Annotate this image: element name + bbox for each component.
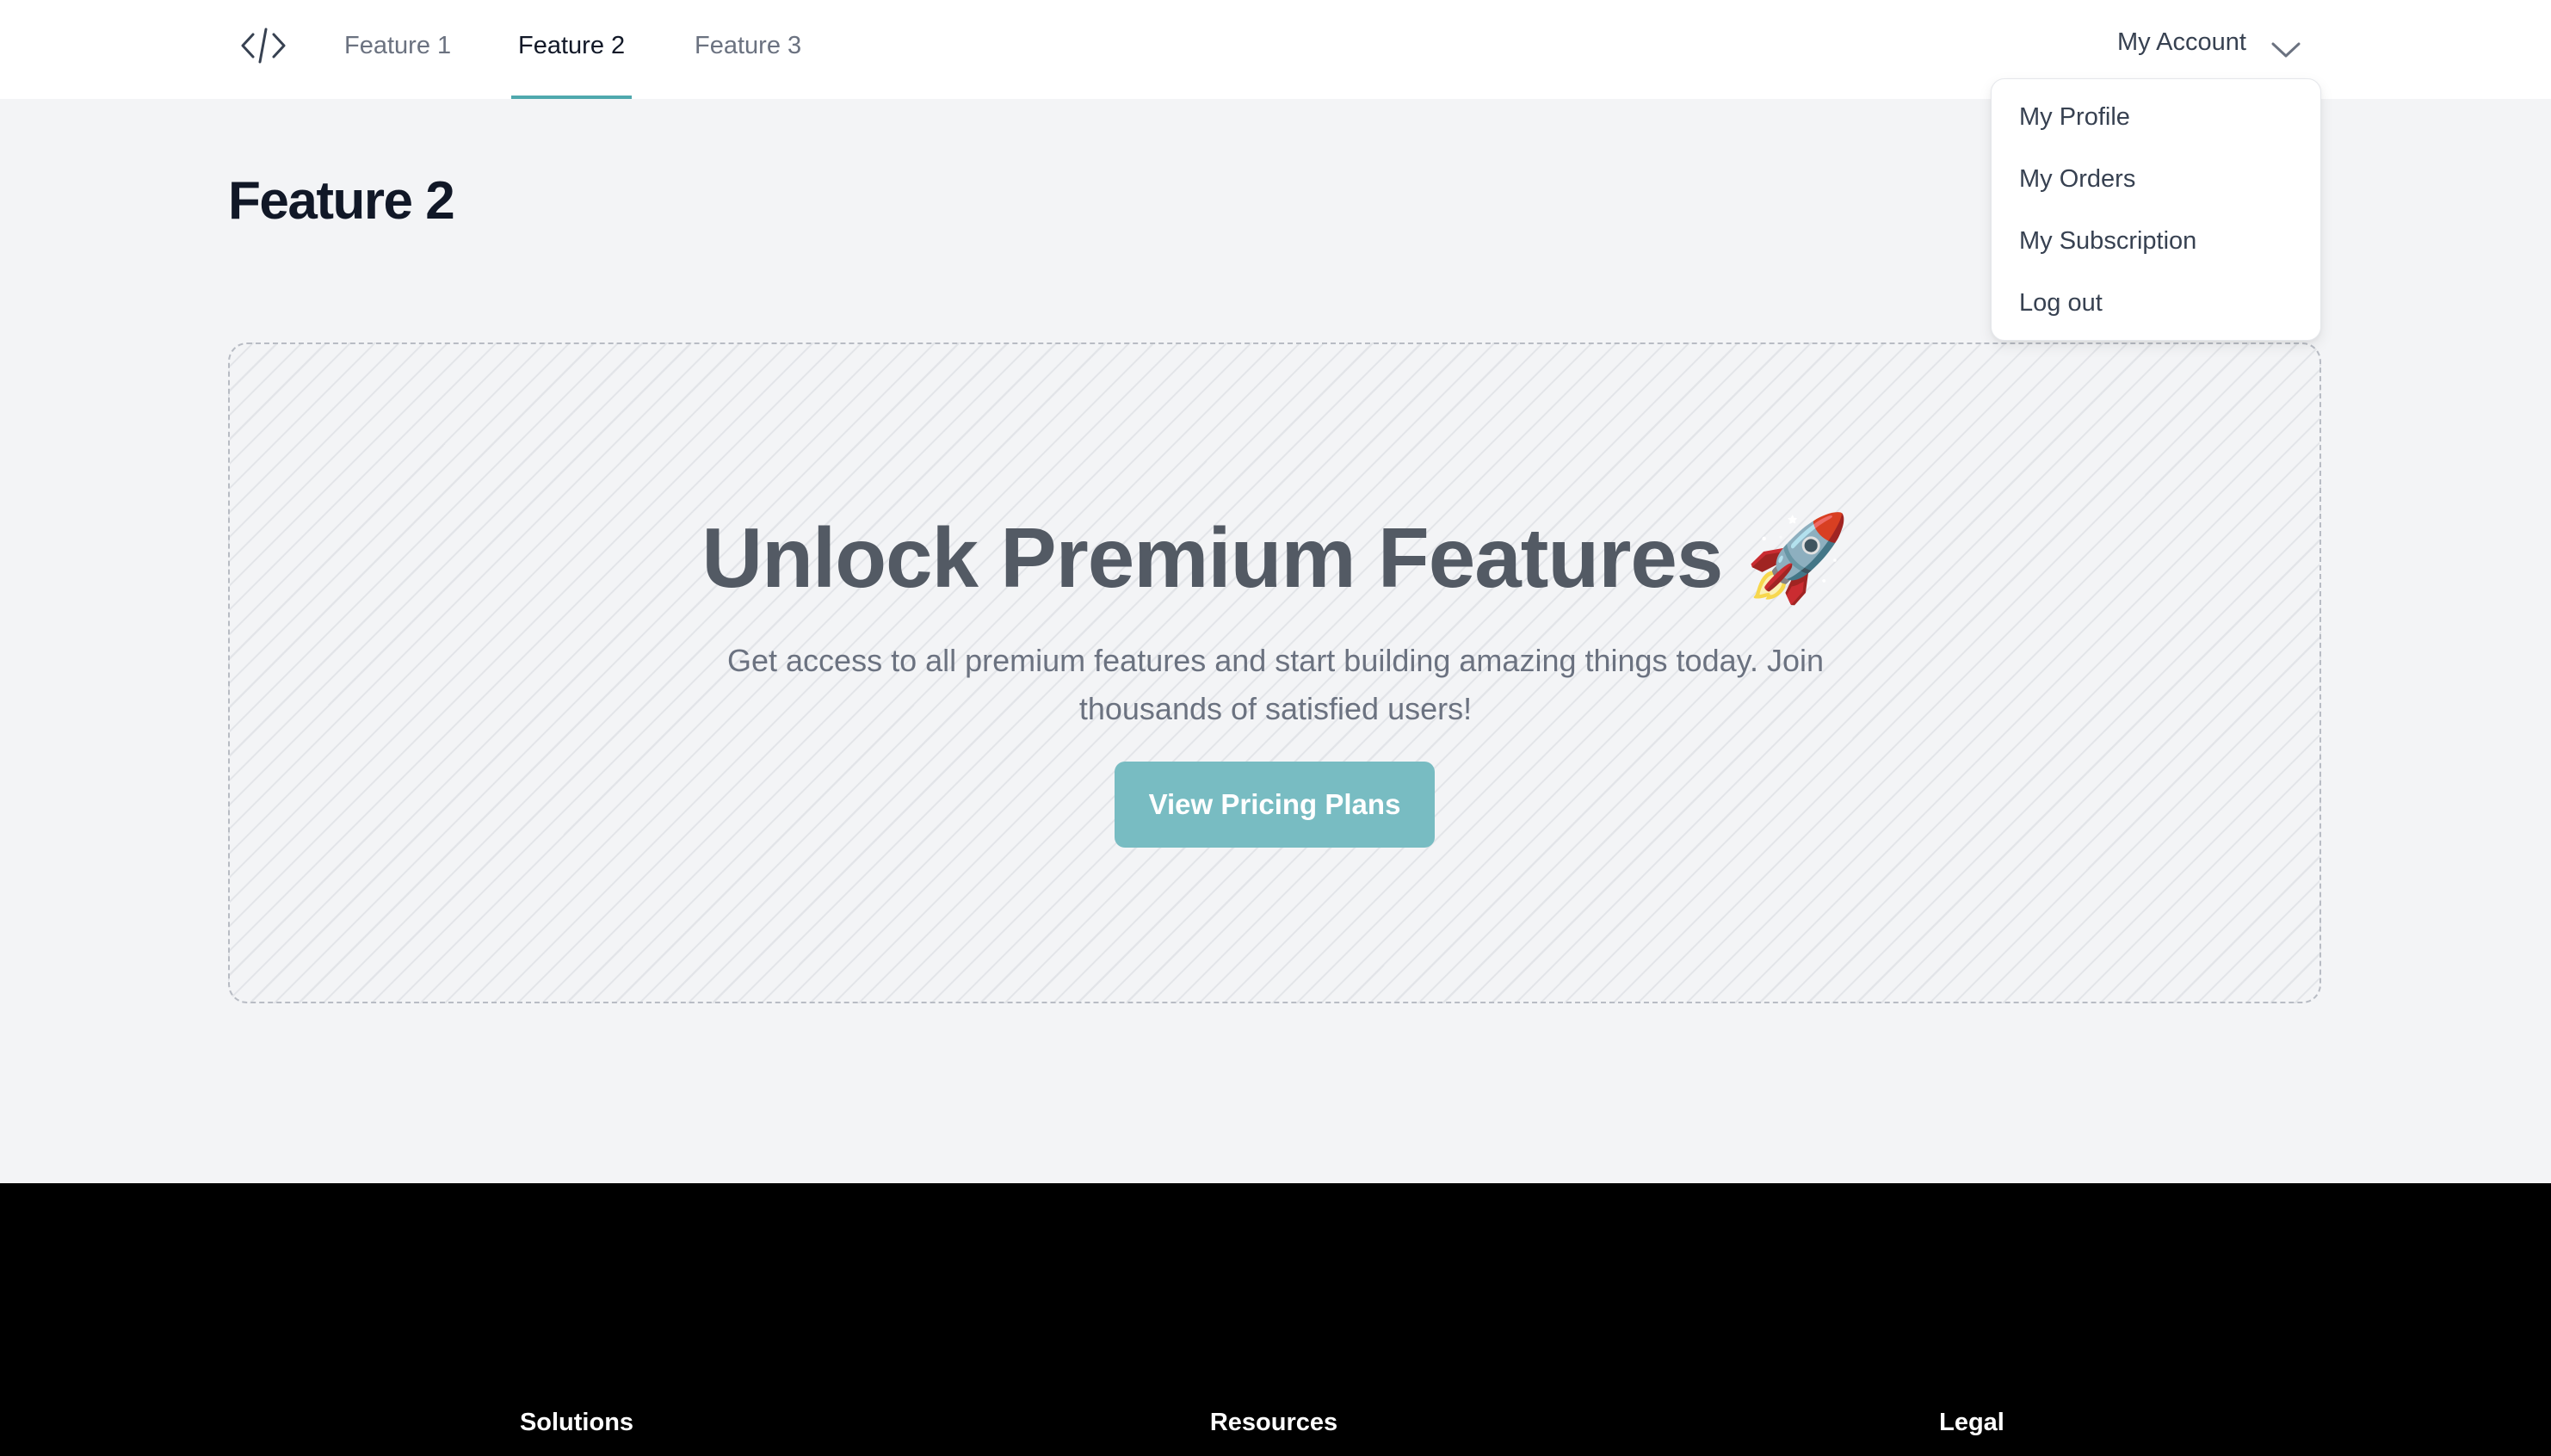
menu-item-log-out[interactable]: Log out: [2019, 286, 2103, 320]
promo-subtitle: Get access to all premium features and s…: [727, 643, 1824, 726]
tab-label: Feature 3: [695, 32, 802, 59]
active-tab-indicator: [511, 96, 633, 99]
tab-label: Feature 2: [518, 32, 626, 59]
menu-item-my-orders[interactable]: My Orders: [2019, 162, 2135, 196]
promo-title: Unlock Premium Features 🚀: [701, 510, 1850, 605]
account-menu-button[interactable]: My Account: [2117, 22, 2301, 62]
footer-heading-legal: Legal: [1939, 1409, 2004, 1436]
account-dropdown-menu: My Profile My Orders My Subscription Log…: [1991, 78, 2321, 341]
menu-item-my-subscription[interactable]: My Subscription: [2019, 224, 2196, 258]
footer-heading-resources: Resources: [1209, 1409, 1338, 1436]
tab-feature-1[interactable]: Feature 1: [344, 26, 451, 99]
view-pricing-plans-button[interactable]: View Pricing Plans: [1115, 762, 1435, 848]
footer: Solutions Resources Legal: [0, 1183, 2551, 1456]
tab-feature-3[interactable]: Feature 3: [695, 26, 801, 99]
account-label: My Account: [2117, 28, 2246, 56]
chevron-down-icon: [2270, 33, 2301, 58]
footer-heading-solutions: Solutions: [519, 1409, 634, 1436]
code-brackets-icon[interactable]: [239, 26, 287, 65]
tab-feature-2[interactable]: Feature 2: [511, 26, 633, 99]
menu-item-my-profile[interactable]: My Profile: [2019, 100, 2130, 134]
tab-label: Feature 1: [344, 32, 452, 59]
page-title: Feature 2: [228, 171, 455, 231]
